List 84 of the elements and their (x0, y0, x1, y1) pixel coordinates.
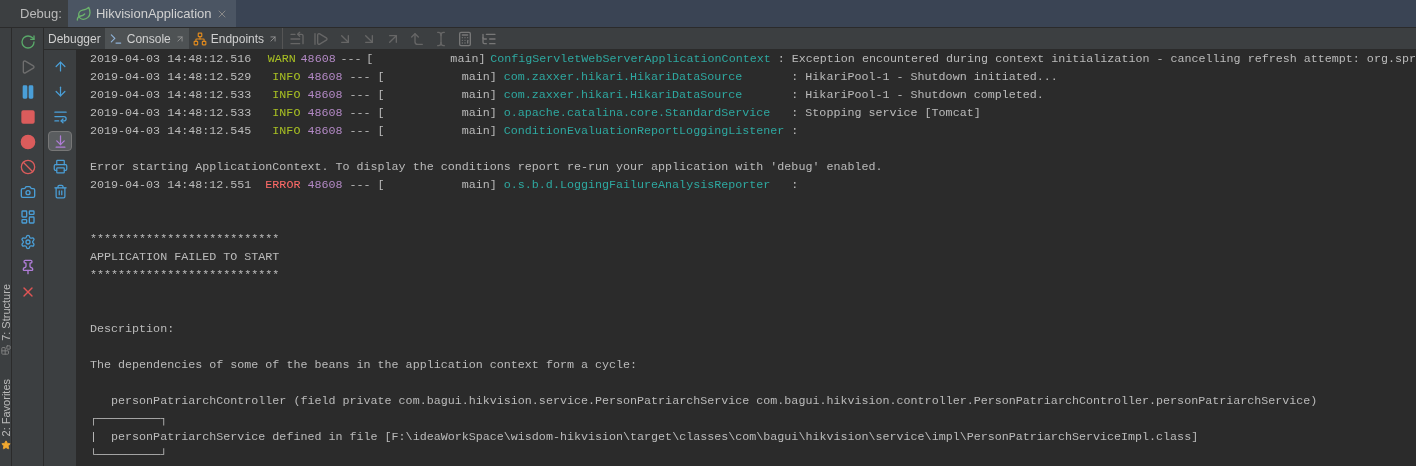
toolbar-tab-label: Endpoints (210, 30, 265, 48)
log-logger: ConfigServletWebServerApplicationContext (490, 51, 772, 68)
log-separator: --- (340, 51, 362, 68)
run-tab-title: HikvisionApplication (95, 4, 212, 23)
console-text-line: Description: (90, 321, 176, 338)
log-thread: [ main] (377, 123, 497, 140)
log-logger: o.apache.catalina.core.StandardService (503, 105, 772, 122)
log-logger: o.s.b.d.LoggingFailureAnalysisReporter (503, 177, 772, 194)
log-severity: INFO (271, 123, 301, 140)
console-text-line: ┌─────────┐ (90, 411, 169, 428)
leaf-icon[interactable] (75, 5, 92, 22)
log-pid: 48608 (307, 69, 343, 86)
structure-icon (0, 344, 11, 355)
debug-label: Debug: (0, 0, 68, 27)
log-thread: [ main] (377, 177, 497, 194)
log-severity: INFO (271, 69, 301, 86)
log-severity: ERROR (265, 177, 301, 194)
log-separator: --- (349, 87, 371, 104)
drop-frame-icon[interactable] (409, 30, 426, 47)
log-thread: [ main] (366, 51, 486, 68)
console-icon (108, 31, 123, 46)
log-severity: INFO (271, 105, 301, 122)
console-text-line: Error starting ApplicationContext. To display the conditions report re-run your application with 'debug' enabled. (90, 159, 884, 176)
log-pid: 48608 (307, 123, 343, 140)
log-thread: [ main] (377, 69, 497, 86)
toolbar-tab-label: Console (126, 30, 171, 48)
log-thread: [ main] (377, 105, 497, 122)
log-message: : Stopping service [Tomcat] (791, 105, 981, 122)
log-severity: INFO (271, 87, 301, 104)
soft-wrap-icon (52, 108, 68, 124)
log-logger: ConditionEvaluationReportLoggingListener (503, 123, 786, 140)
log-separator: --- (349, 177, 371, 194)
console-text-line: └─────────┘ (90, 447, 169, 464)
settings-icon[interactable] (19, 234, 36, 250)
down-arrow-icon (52, 83, 68, 99)
step-over-icon[interactable] (313, 30, 330, 47)
log-message: : (791, 123, 799, 140)
pin-tab-icon[interactable] (268, 33, 279, 44)
pin-tab-icon[interactable] (174, 33, 185, 44)
log-thread: [ main] (377, 87, 497, 104)
trash-icon (52, 183, 68, 199)
side-tool-tab[interactable]: 7: Structure (0, 283, 12, 341)
console-text-line: *************************** (90, 231, 281, 248)
log-timestamp: 2019-04-03 14:48:12.529 (90, 69, 252, 86)
execution-point-icon[interactable] (289, 30, 306, 47)
log-timestamp: 2019-04-03 14:48:12.533 (90, 105, 252, 122)
log-logger: com.zaxxer.hikari.HikariDataSource (503, 69, 744, 86)
toolbar-tab[interactable]: Endpoints (188, 28, 283, 49)
log-severity: WARN (266, 51, 296, 68)
console-text-line: The dependencies of some of the beans in the application context form a cycle: (90, 357, 639, 374)
log-pid: 48608 (307, 105, 343, 122)
log-timestamp: 2019-04-03 14:48:12.533 (90, 87, 252, 104)
log-separator: --- (349, 69, 371, 86)
log-message: : (791, 177, 799, 194)
rerun-icon[interactable] (19, 34, 36, 50)
log-message: : HikariPool-1 - Shutdown initiated... (791, 69, 1058, 86)
run-tab[interactable]: HikvisionApplication (67, 0, 236, 27)
log-separator: --- (349, 105, 371, 122)
calculator-icon[interactable] (457, 30, 474, 47)
layout-icon[interactable] (19, 209, 36, 225)
log-message: : Exception encountered during context initialization - cancelling refresh attempt: org.spr (777, 51, 1416, 68)
console-text-line: personPatriarchController (field private com.bagui.hikvision.service.PersonPatriarchService com.bagui.hikvision.controller.PersonPatriarchController.personPatriarchService) (110, 393, 1319, 410)
log-pid: 48608 (307, 177, 343, 194)
log-pid: 48608 (307, 87, 343, 104)
scroll-to-end-button[interactable] (48, 131, 72, 151)
log-separator: --- (349, 123, 371, 140)
log-logger: com.zaxxer.hikari.HikariDataSource (503, 87, 744, 104)
camera-icon[interactable] (19, 184, 36, 200)
log-timestamp: 2019-04-03 14:48:12.551 (90, 177, 252, 194)
log-pid: 48608 (300, 51, 336, 68)
log-timestamp: 2019-04-03 14:48:12.545 (90, 123, 252, 140)
toolbar-tab[interactable]: Console (104, 28, 189, 49)
console-text-line: *************************** (90, 267, 281, 284)
log-timestamp: 2019-04-03 14:48:12.516 (90, 51, 252, 68)
mute-breakpoints-icon[interactable] (19, 159, 36, 175)
console-text-line: APPLICATION FAILED TO START (90, 249, 281, 266)
stop-icon[interactable] (19, 109, 36, 125)
endpoints-icon (192, 31, 207, 46)
side-tool-tab[interactable]: 2: Favorites (0, 378, 12, 436)
console-text-line: | personPatriarchService defined in file [F:\ideaWorkSpace\wisdom-hikvision\target\classes\com\bagui\hikvision\service\impl\PersonPatriarchServiceImpl.class] (90, 429, 1200, 446)
breakpoints-icon[interactable] (19, 134, 36, 150)
log-message: : HikariPool-1 - Shutdown completed. (791, 87, 1044, 104)
star-icon (0, 440, 11, 450)
print-icon (52, 158, 68, 174)
